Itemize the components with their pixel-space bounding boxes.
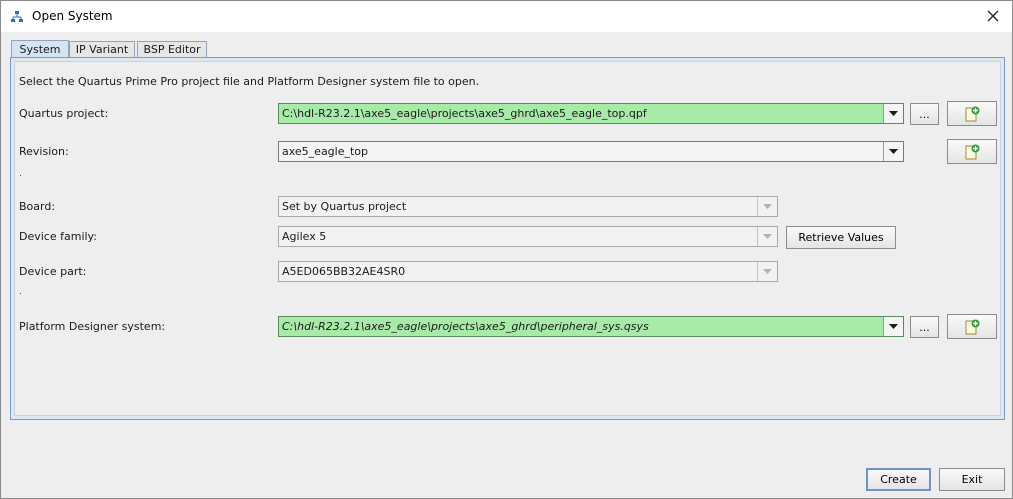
close-button[interactable]: [980, 4, 1006, 28]
new-file-plus-icon: [965, 144, 980, 159]
chevron-down-icon: [889, 148, 898, 154]
system-tab-content: Select the Quartus Prime Pro project fil…: [14, 61, 1001, 416]
window-title: Open System: [32, 9, 113, 23]
separator-dot: [20, 175, 21, 176]
device-part-label: Device part:: [19, 265, 87, 278]
tab-bsp-editor[interactable]: BSP Editor: [137, 41, 207, 57]
quartus-project-combo[interactable]: C:\hdl-R23.2.1\axe5_eagle\projects\axe5_…: [278, 103, 904, 124]
chevron-down-icon: [763, 203, 772, 209]
tab-ip-variant[interactable]: IP Variant: [69, 41, 135, 57]
chevron-down-icon: [763, 268, 772, 274]
tab-system[interactable]: System: [11, 40, 69, 57]
new-file-plus-icon: [965, 106, 980, 121]
chevron-down-icon: [889, 110, 898, 116]
platform-designer-browse-button[interactable]: ...: [910, 316, 939, 338]
quartus-project-label: Quartus project:: [19, 107, 109, 120]
platform-designer-dropdown-button[interactable]: [883, 317, 903, 336]
device-part-value: A5ED065BB32AE4SR0: [282, 265, 406, 278]
platform-designer-combo[interactable]: C:\hdl-R23.2.1\axe5_eagle\projects\axe5_…: [278, 316, 904, 337]
quartus-project-dropdown-button[interactable]: [883, 104, 903, 123]
board-value: Set by Quartus project: [282, 200, 407, 213]
board-dropdown-button[interactable]: [757, 197, 777, 216]
quartus-project-value: C:\hdl-R23.2.1\axe5_eagle\projects\axe5_…: [282, 107, 647, 120]
new-file-plus-icon: [965, 319, 980, 334]
new-quartus-project-button[interactable]: [947, 101, 997, 126]
title-bar: Open System: [1, 1, 1012, 32]
chevron-down-icon: [763, 233, 772, 239]
exit-button[interactable]: Exit: [939, 468, 1005, 491]
platform-designer-label: Platform Designer system:: [19, 320, 166, 333]
device-family-label: Device family:: [19, 230, 97, 243]
device-family-value: Agilex 5: [282, 230, 327, 243]
open-system-dialog: Open System System IP Variant BSP Editor…: [0, 0, 1013, 499]
device-part-combo[interactable]: A5ED065BB32AE4SR0: [278, 261, 778, 282]
new-revision-button[interactable]: [947, 139, 997, 164]
device-family-combo[interactable]: Agilex 5: [278, 226, 778, 247]
revision-label: Revision:: [19, 145, 69, 158]
quartus-project-browse-button[interactable]: ...: [910, 103, 939, 125]
platform-designer-value: C:\hdl-R23.2.1\axe5_eagle\projects\axe5_…: [282, 320, 649, 333]
retrieve-values-button[interactable]: Retrieve Values: [786, 226, 896, 249]
instructions-text: Select the Quartus Prime Pro project fil…: [19, 75, 480, 88]
separator-dot: [20, 293, 21, 294]
system-tab-panel: Select the Quartus Prime Pro project fil…: [10, 57, 1005, 420]
create-button[interactable]: Create: [866, 468, 931, 491]
board-label: Board:: [19, 200, 56, 213]
board-combo[interactable]: Set by Quartus project: [278, 196, 778, 217]
hierarchy-icon: [11, 11, 23, 22]
new-platform-designer-system-button[interactable]: [947, 314, 997, 339]
device-family-dropdown-button[interactable]: [757, 227, 777, 246]
chevron-down-icon: [889, 323, 898, 329]
revision-combo[interactable]: axe5_eagle_top: [278, 141, 904, 162]
close-icon: [987, 10, 999, 22]
device-part-dropdown-button[interactable]: [757, 262, 777, 281]
revision-value: axe5_eagle_top: [282, 145, 369, 158]
revision-dropdown-button[interactable]: [883, 142, 903, 161]
